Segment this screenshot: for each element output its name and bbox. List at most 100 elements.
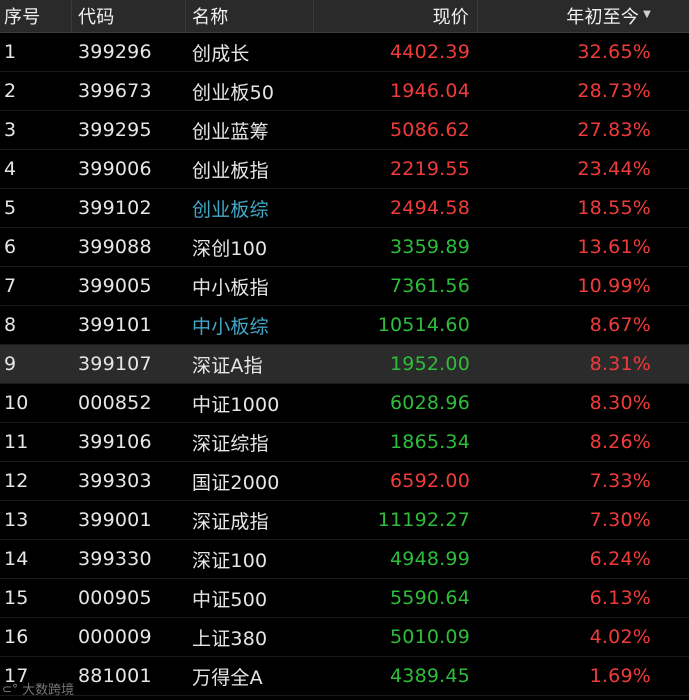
row-name: 深证100 [192, 549, 268, 572]
row-index: 15 [4, 587, 29, 609]
sort-down-icon[interactable]: ▼ [643, 9, 651, 20]
row-code: 399005 [78, 275, 152, 297]
column-header-code-label: 代码 [78, 7, 115, 28]
table-row[interactable]: 14 399330 深证100 4948.99 6.24% [0, 540, 689, 579]
row-price: 1946.04 [390, 80, 470, 102]
row-ytd-change: 8.26% [589, 431, 651, 453]
row-price: 7361.56 [390, 275, 470, 297]
row-index: 10 [4, 392, 29, 414]
column-header-price[interactable]: 现价 [314, 0, 478, 33]
row-code: 399088 [78, 236, 152, 258]
column-header-index-label: 序号 [4, 7, 41, 28]
row-code: 399296 [78, 41, 152, 63]
row-ytd-change: 32.65% [577, 41, 651, 63]
row-price: 6592.00 [390, 470, 470, 492]
watermark-logo-icon: ⊂° [2, 681, 19, 696]
watermark-text: 大数跨境 [22, 683, 75, 698]
row-code: 399106 [78, 431, 152, 453]
row-price: 4948.99 [390, 548, 470, 570]
table-row[interactable]: 10 000852 中证1000 6028.96 8.30% [0, 384, 689, 423]
column-header-ytd-label: 年初至今 [566, 7, 640, 28]
row-code: 399673 [78, 80, 152, 102]
row-name: 创成长 [192, 42, 250, 65]
row-ytd-change: 23.44% [577, 158, 651, 180]
row-index: 12 [4, 470, 29, 492]
table-row[interactable]: 11 399106 深证综指 1865.34 8.26% [0, 423, 689, 462]
row-name: 中小板综 [192, 315, 269, 338]
row-code: 000009 [78, 626, 152, 648]
row-price: 6028.96 [390, 392, 470, 414]
row-index: 8 [4, 314, 17, 336]
row-code: 399102 [78, 197, 152, 219]
row-ytd-change: 1.69% [589, 665, 651, 687]
row-index: 6 [4, 236, 17, 258]
row-name: 深证综指 [192, 432, 269, 455]
row-name: 创业蓝筹 [192, 120, 269, 143]
row-price: 5590.64 [390, 587, 470, 609]
watermark: ⊂° 大数跨境 [2, 679, 75, 699]
table-row[interactable]: 2 399673 创业板50 1946.04 28.73% [0, 72, 689, 111]
row-index: 5 [4, 197, 17, 219]
row-index: 4 [4, 158, 17, 180]
row-index: 16 [4, 626, 29, 648]
row-price: 4402.39 [390, 41, 470, 63]
row-name: 创业板指 [192, 159, 269, 182]
table-row[interactable]: 3 399295 创业蓝筹 5086.62 27.83% [0, 111, 689, 150]
row-name: 国证2000 [192, 471, 280, 494]
table-row[interactable]: 12 399303 国证2000 6592.00 7.33% [0, 462, 689, 501]
row-code: 399107 [78, 353, 152, 375]
row-name: 中证500 [192, 588, 268, 611]
index-ranking-table: 序号 代码 名称 现价 年初至今 ▼ 1 399296 创成长 4402.39 32.65… [0, 0, 689, 696]
row-name: 创业板综 [192, 198, 269, 221]
row-ytd-change: 18.55% [577, 197, 651, 219]
row-price: 5086.62 [390, 119, 470, 141]
row-ytd-change: 6.24% [589, 548, 651, 570]
row-ytd-change: 6.13% [589, 587, 651, 609]
table-row[interactable]: 8 399101 中小板综 10514.60 8.67% [0, 306, 689, 345]
row-index: 11 [4, 431, 29, 453]
row-price: 11192.27 [377, 509, 470, 531]
row-ytd-change: 7.30% [589, 509, 651, 531]
column-header-ytd[interactable]: 年初至今 ▼ [478, 0, 689, 33]
table-row[interactable]: 1 399296 创成长 4402.39 32.65% [0, 33, 689, 72]
row-index: 9 [4, 353, 17, 375]
row-ytd-change: 8.30% [589, 392, 651, 414]
row-name: 创业板50 [192, 81, 275, 104]
column-header-price-label: 现价 [432, 7, 469, 28]
row-index: 3 [4, 119, 17, 141]
row-code: 399101 [78, 314, 152, 336]
table-row[interactable]: 9 399107 深证A指 1952.00 8.31% [0, 345, 689, 384]
row-code: 399303 [78, 470, 152, 492]
row-ytd-change: 28.73% [577, 80, 651, 102]
row-price: 2494.58 [390, 197, 470, 219]
table-row[interactable]: 6 399088 深创100 3359.89 13.61% [0, 228, 689, 267]
table-row[interactable]: 4 399006 创业板指 2219.55 23.44% [0, 150, 689, 189]
row-ytd-change: 7.33% [589, 470, 651, 492]
row-name: 中证1000 [192, 393, 280, 416]
column-header-code[interactable]: 代码 [72, 0, 186, 33]
row-index: 13 [4, 509, 29, 531]
row-ytd-change: 4.02% [589, 626, 651, 648]
row-ytd-change: 10.99% [577, 275, 651, 297]
column-header-name-label: 名称 [192, 7, 229, 28]
table-row[interactable]: 15 000905 中证500 5590.64 6.13% [0, 579, 689, 618]
table-header: 序号 代码 名称 现价 年初至今 ▼ [0, 0, 689, 33]
row-name: 深创100 [192, 237, 268, 260]
row-code: 399295 [78, 119, 152, 141]
row-ytd-change: 8.67% [589, 314, 651, 336]
row-index: 2 [4, 80, 17, 102]
table-row[interactable]: 13 399001 深证成指 11192.27 7.30% [0, 501, 689, 540]
row-code: 000852 [78, 392, 152, 414]
table-row[interactable]: 5 399102 创业板综 2494.58 18.55% [0, 189, 689, 228]
table-row[interactable]: 7 399005 中小板指 7361.56 10.99% [0, 267, 689, 306]
row-ytd-change: 13.61% [577, 236, 651, 258]
row-name: 深证A指 [192, 354, 263, 377]
column-header-index[interactable]: 序号 [0, 0, 72, 33]
row-index: 7 [4, 275, 17, 297]
row-name: 深证成指 [192, 510, 269, 533]
table-row[interactable]: 17 881001 万得全A 4389.45 1.69% [0, 657, 689, 696]
column-header-name[interactable]: 名称 [186, 0, 314, 33]
row-index: 14 [4, 548, 29, 570]
table-row[interactable]: 16 000009 上证380 5010.09 4.02% [0, 618, 689, 657]
row-name: 中小板指 [192, 276, 269, 299]
